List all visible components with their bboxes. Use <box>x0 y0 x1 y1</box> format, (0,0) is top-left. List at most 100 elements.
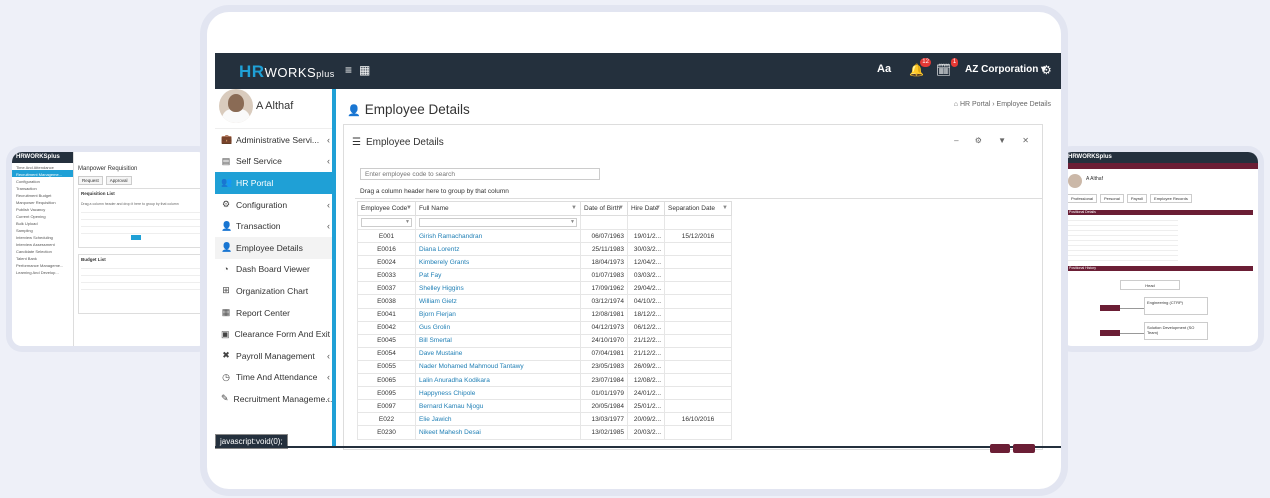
company-selector[interactable]: AZ Corporation ▾ <box>965 64 1046 75</box>
table-row[interactable]: E0037 Shelley Higgins 17/09/1962 29/04/2... <box>357 281 732 296</box>
sidebar-item-label: Self Service <box>236 156 282 167</box>
left-preview-logo: HRWORKSplus <box>12 152 73 163</box>
table-cell: 16/10/2016 <box>664 412 732 427</box>
employee-name-link[interactable]: Pat Fay <box>415 268 581 283</box>
column-header-full-name[interactable]: Full Name ▼ <box>415 201 581 216</box>
employee-name-link[interactable]: Kimberely Grants <box>415 255 581 270</box>
sidebar-item-clearance-form-and-exit-intervi[interactable]: ▣ Clearance Form And Exit Intervi <box>215 323 332 345</box>
table-cell: 17/09/1962 <box>580 281 628 296</box>
sidebar-item-employee-details[interactable]: 👤 Employee Details <box>215 236 332 259</box>
sidebar-item-organization-chart[interactable]: ⊞ Organization Chart <box>215 280 332 302</box>
sidebar-item-recruitment-manageme[interactable]: ✎ Recruitment Manageme... ‹ <box>215 388 332 410</box>
column-header-date-of-birth[interactable]: Date of Birth ▼ <box>580 201 628 216</box>
employee-name-link[interactable]: Lalin Anuradha Kodikara <box>415 373 581 388</box>
column-header-separation-date[interactable]: Separation Date ▼ <box>664 201 732 216</box>
table-cell: 23/05/1983 <box>580 359 628 375</box>
table-cell: 04/10/2... <box>627 294 665 309</box>
table-cell: 06/07/1963 <box>580 228 628 244</box>
employee-name-link[interactable]: Happyness Chipole <box>415 386 581 401</box>
sidebar-item-hr-portal[interactable]: 👥 HR Portal <box>215 172 332 194</box>
table-row[interactable]: E001 Girish Ramachandran 06/07/1963 19/01/2… <box>357 228 732 244</box>
table-row[interactable]: E0045 Bill Smertal 24/10/1970 21/12/2... <box>357 333 732 348</box>
employee-name-link[interactable]: Shelley Higgins <box>415 281 581 296</box>
filter-icon[interactable]: ▼ <box>722 205 728 211</box>
app-logo[interactable]: HRWORKSplus <box>239 62 335 82</box>
employee-name-link[interactable]: Elie Jawich <box>415 412 581 427</box>
table-cell: E0024 <box>357 255 416 270</box>
table-cell: 01/01/1979 <box>580 386 628 401</box>
column-filter-input[interactable]: ▼ <box>361 218 412 227</box>
menu-toggle-icon[interactable]: ≡ <box>345 63 352 77</box>
user-profile[interactable]: A Althaf <box>215 89 332 129</box>
sidebar-item-time-and-attendance[interactable]: ◷ Time And Attendance ‹ <box>215 367 332 389</box>
employee-name-link[interactable]: Girish Ramachandran <box>415 228 581 244</box>
column-filter-input[interactable]: ▼ <box>419 218 577 227</box>
filter-row: ▼ ▼ <box>357 215 732 230</box>
table-cell: 26/09/2... <box>627 359 665 375</box>
main-content: 👤 Employee Details ⌂ HR Portal › Employee… <box>340 89 1061 459</box>
sidebar-item-report-center[interactable]: ▦ Report Center <box>215 302 332 324</box>
left-preview-nav-item: Bulk Upload <box>16 221 38 226</box>
table-row[interactable]: E0033 Pat Fay 01/07/1983 03/03/2... <box>357 268 732 283</box>
table-row[interactable]: E0054 Dave Mustaine 07/04/1981 21/12/2... <box>357 346 732 361</box>
table-row[interactable]: E0041 Bjorn Flerjan 12/08/1981 18/12/2... <box>357 307 732 322</box>
table-row[interactable]: E0095 Happyness Chipole 01/01/1979 24/01/2.… <box>357 386 732 401</box>
export-button[interactable] <box>990 444 1010 453</box>
employee-name-link[interactable]: William Gietz <box>415 294 581 309</box>
table-row[interactable]: E0042 Gus Grolin 04/12/1973 06/12/2... <box>357 320 732 335</box>
employee-name-link[interactable]: Gus Grolin <box>415 320 581 335</box>
employee-name-link[interactable]: Bernard Kamau Njogu <box>415 399 581 414</box>
table-cell <box>664 268 732 283</box>
left-preview-nav-item: Sampling <box>16 228 33 233</box>
table-cell <box>664 294 732 309</box>
table-row[interactable]: E0065 Lalin Anuradha Kodikara 23/07/1984 12… <box>357 373 732 388</box>
table-row[interactable]: E0038 William Gietz 03/12/1974 04/10/2... <box>357 294 732 309</box>
table-row[interactable]: E0230 Nikeet Mahesh Desai 13/02/1985 20/03/… <box>357 425 732 440</box>
filter-icon[interactable]: ▼ <box>571 205 577 211</box>
employee-name-link[interactable]: Nader Mohamed Mahmoud Tantawy <box>415 359 581 375</box>
sidebar-item-dash-board-viewer[interactable]: ◔ Dash Board Viewer <box>215 259 332 281</box>
sitemap-icon: ⊞ <box>222 285 230 296</box>
employee-name-link[interactable]: Dave Mustaine <box>415 346 581 361</box>
notification-bell-icon[interactable]: 🔔 12 <box>909 58 931 77</box>
filter-icon[interactable]: ▼ <box>655 205 661 211</box>
sidebar-item-label: Report Center <box>236 307 290 318</box>
table-cell: 25/01/2... <box>627 399 665 414</box>
employee-name-link[interactable]: Diana Lorentz <box>415 242 581 257</box>
print-button[interactable] <box>1013 444 1035 453</box>
chart-icon: ◔ <box>223 264 229 275</box>
task-calendar-icon[interactable]: 🗓 1 <box>936 58 959 77</box>
filter-icon[interactable]: ▼ <box>406 205 412 211</box>
settings-gear-icon[interactable]: ⚙ <box>1041 63 1052 77</box>
panel-tools[interactable]: – ⚙ ▼ ✕ <box>954 136 1036 145</box>
table-cell: 12/04/2... <box>627 255 665 270</box>
employee-name-link[interactable]: Nikeet Mahesh Desai <box>415 425 581 440</box>
employee-name-link[interactable]: Bjorn Flerjan <box>415 307 581 322</box>
column-header-hire-date[interactable]: Hire Date ▼ <box>627 201 665 216</box>
employee-search-input[interactable] <box>360 168 600 180</box>
filter-icon[interactable]: ▼ <box>405 219 410 225</box>
right-preview-section-positional: Positional Details <box>1067 210 1253 215</box>
list-icon: ☰ <box>352 137 361 148</box>
table-row[interactable]: E0097 Bernard Kamau Njogu 20/05/1984 25/01/… <box>357 399 732 414</box>
sidebar-item-administrative-servi[interactable]: 💼 Administrative Servi... ‹ <box>215 129 332 151</box>
table-row[interactable]: E0016 Diana Lorentz 25/11/1983 30/03/2... <box>357 242 732 257</box>
right-preview-node-head: Head <box>1120 280 1180 290</box>
table-row[interactable]: E0055 Nader Mohamed Mahmoud Tantawy 23/05/… <box>357 359 732 375</box>
breadcrumb-home[interactable]: HR Portal <box>960 101 990 108</box>
table-row[interactable]: E0024 Kimberely Grants 18/04/1973 12/04/2..… <box>357 255 732 270</box>
filter-icon[interactable]: ▼ <box>570 219 575 225</box>
filter-icon[interactable]: ▼ <box>618 205 624 211</box>
sidebar-item-payroll-management[interactable]: ✖ Payroll Management ‹ <box>215 345 332 367</box>
employee-name-link[interactable]: Bill Smertal <box>415 333 581 348</box>
font-size-icon[interactable]: Aa <box>877 63 891 75</box>
column-header-employee-code[interactable]: Employee Code ▼ <box>357 201 416 216</box>
sidebar-item-transaction[interactable]: 👤 Transaction ‹ <box>215 215 332 237</box>
sidebar-item-configuration[interactable]: ⚙ Configuration ‹ <box>215 194 332 216</box>
sidebar-item-self-service[interactable]: ▤ Self Service ‹ <box>215 151 332 173</box>
table-row[interactable]: E022 Elie Jawich 13/03/1977 20/09/2... 16/10… <box>357 412 732 427</box>
apps-grid-icon[interactable]: ▦ <box>359 63 370 77</box>
table-cell: E0041 <box>357 307 416 322</box>
left-sidebar: A Althaf 💼 Administrative Servi... ‹ ▤ Self … <box>215 89 336 447</box>
table-cell: E0055 <box>357 359 416 375</box>
